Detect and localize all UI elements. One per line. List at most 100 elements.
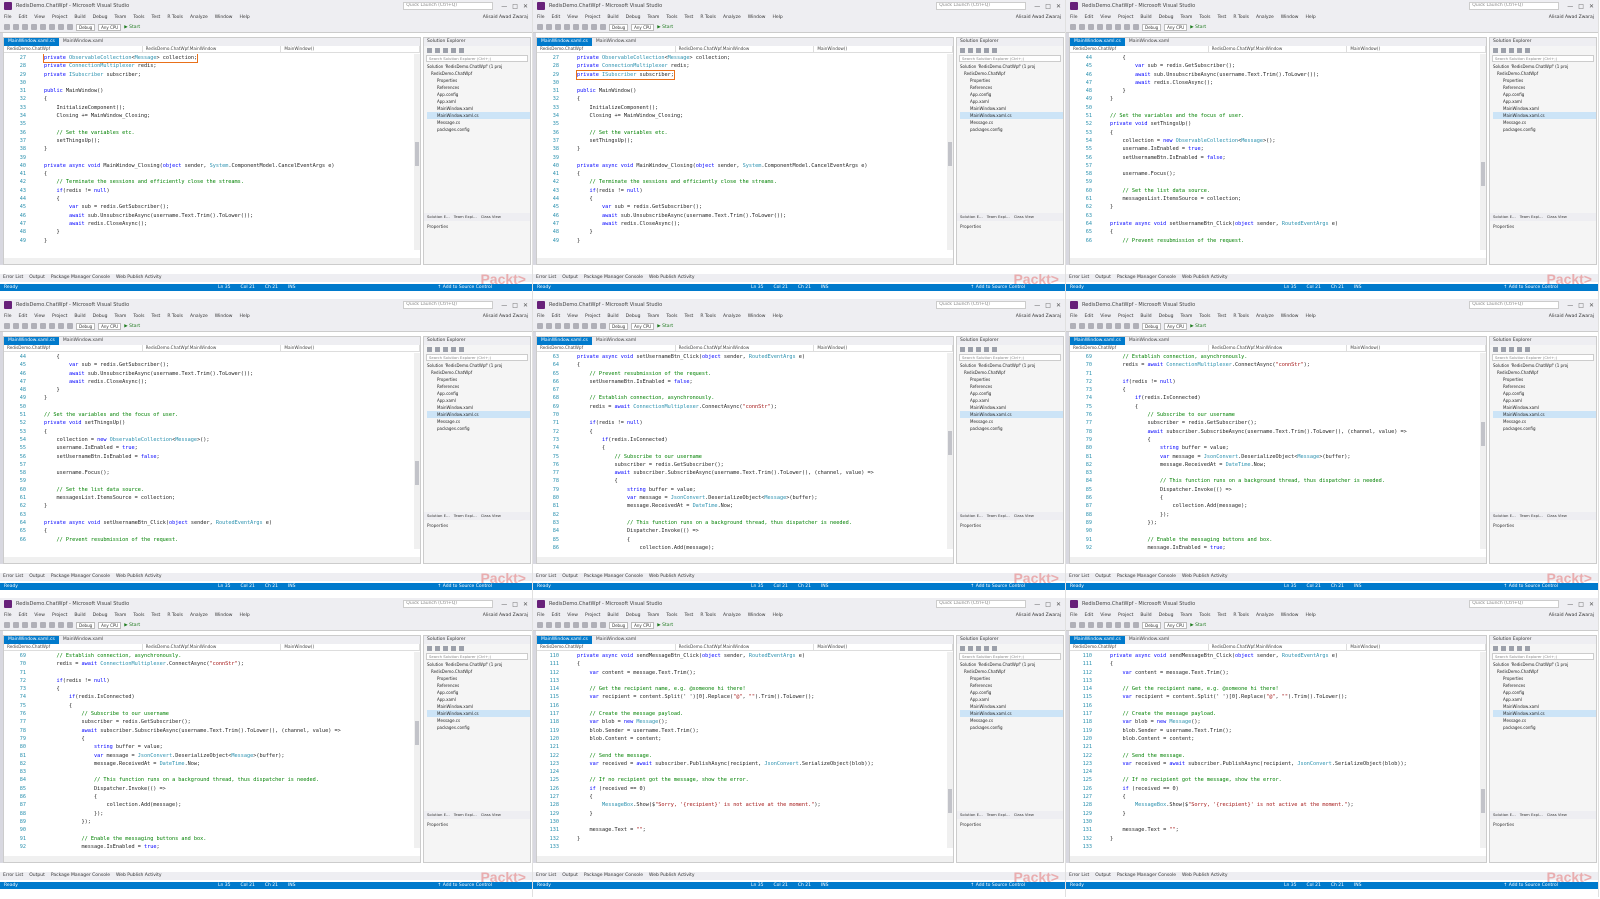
code-line[interactable]: 69 // Establish connection, asynchronous… [1070, 353, 1480, 361]
code-line[interactable]: 69 // Establish connection, asynchronous… [4, 652, 414, 660]
menu-test[interactable]: Test [684, 15, 693, 20]
outline-gutter[interactable] [565, 685, 577, 693]
code-line[interactable]: 93 message.Focus(); [1070, 552, 1480, 553]
scroll-thumb[interactable] [1481, 789, 1485, 814]
solution-tree-item[interactable]: Solution 'RedisDemo.ChatWpf' (1 proj [1493, 63, 1596, 70]
type-dropdown[interactable]: RedisDemo.ChatWpf.MainWindow [1209, 345, 1348, 351]
outline-gutter[interactable] [32, 685, 44, 693]
code-line[interactable]: 65{ [1070, 228, 1480, 236]
platform-dropdown[interactable]: Any CPU [631, 322, 655, 330]
solution-tree-item[interactable]: packages.config [427, 425, 530, 432]
tab-class-view[interactable]: Class View [481, 213, 501, 221]
solution-tree-item[interactable]: MainWindow.xaml [960, 703, 1063, 710]
user-account[interactable]: Alisaid Awad Zwaraj [1549, 314, 1598, 319]
outline-gutter[interactable] [1098, 54, 1110, 62]
horizontal-scrollbar[interactable] [537, 557, 953, 563]
new-project-icon[interactable] [1088, 622, 1094, 628]
home-icon[interactable] [960, 346, 965, 352]
start-debug-button[interactable]: ▶ Start [124, 623, 140, 628]
tab-error-list[interactable]: Error List [3, 274, 23, 282]
outline-gutter[interactable] [32, 826, 44, 834]
outline-gutter[interactable] [565, 112, 577, 120]
menu-build[interactable]: Build [1140, 314, 1151, 319]
outline-gutter[interactable] [32, 112, 44, 120]
menu-help[interactable]: Help [772, 613, 782, 618]
solution-search-input[interactable]: Search Solution Explorer (Ctrl+;) [426, 354, 528, 361]
code-line[interactable]: 29 private ISubscriber subscriber; [537, 69, 947, 80]
outline-gutter[interactable] [32, 220, 44, 228]
code-line[interactable]: 119 blob.Sender = username.Text.Trim(); [1070, 727, 1480, 735]
outline-gutter[interactable] [565, 843, 577, 851]
menu-window[interactable]: Window [1281, 314, 1299, 319]
outline-gutter[interactable] [1098, 112, 1110, 120]
tab-package-manager-console[interactable]: Package Manager Console [584, 573, 643, 581]
menu-build[interactable]: Build [74, 314, 85, 319]
tab-web-publish-activity[interactable]: Web Publish Activity [1182, 872, 1228, 880]
outline-gutter[interactable] [565, 544, 577, 552]
minimize-button[interactable]: — [501, 302, 507, 309]
outline-gutter[interactable] [565, 527, 577, 535]
horizontal-scrollbar[interactable] [537, 856, 953, 862]
menu-analyze[interactable]: Analyze [190, 15, 208, 20]
solution-tree-item[interactable]: packages.config [960, 126, 1063, 133]
start-debug-button[interactable]: ▶ Start [124, 324, 140, 329]
vertical-scrollbar[interactable] [1480, 353, 1486, 549]
tab-mainwindow-xaml[interactable]: MainWindow.xaml [1124, 337, 1174, 345]
code-line[interactable]: 58 username.Focus(); [4, 469, 414, 477]
outline-gutter[interactable] [32, 436, 44, 444]
outline-gutter[interactable] [1098, 843, 1110, 851]
menu-team[interactable]: Team [1180, 314, 1192, 319]
solution-tree-item[interactable]: RedisDemo.ChatWpf [960, 369, 1063, 376]
code-line[interactable]: 47 await redis.CloseAsync(); [537, 220, 947, 228]
tab-output[interactable]: Output [562, 872, 578, 880]
quick-launch-input[interactable]: Quick Launch (Ctrl+Q) [936, 301, 1027, 309]
code-line[interactable]: 73 { [4, 685, 414, 693]
outline-gutter[interactable] [32, 776, 44, 784]
tab-mainwindow-xaml[interactable]: MainWindow.xaml [1124, 636, 1174, 644]
open-icon[interactable] [1097, 24, 1103, 30]
menu-r-tools[interactable]: R Tools [700, 613, 716, 618]
code-line[interactable]: 89 }); [4, 818, 414, 826]
minimize-button[interactable]: — [501, 3, 507, 10]
menu-file[interactable]: File [537, 15, 545, 20]
properties-icon[interactable] [459, 346, 464, 352]
collapse-icon[interactable] [1509, 346, 1514, 352]
outline-gutter[interactable] [1098, 718, 1110, 726]
menu-test[interactable]: Test [1217, 613, 1226, 618]
outline-gutter[interactable] [565, 95, 577, 103]
code-line[interactable]: 50 [1070, 104, 1480, 112]
menu-edit[interactable]: Edit [552, 613, 561, 618]
outline-gutter[interactable] [1098, 652, 1110, 660]
menu-project[interactable]: Project [52, 314, 67, 319]
menu-edit[interactable]: Edit [19, 314, 28, 319]
menu-team[interactable]: Team [1180, 15, 1192, 20]
code-line[interactable]: 82 [537, 511, 947, 519]
collapse-icon[interactable] [1509, 47, 1514, 53]
code-editor[interactable]: MainWindow.xaml.cs MainWindow.xaml Redis… [3, 37, 421, 265]
menu-tools[interactable]: Tools [133, 613, 144, 618]
outline-gutter[interactable] [1098, 79, 1110, 87]
menu-build[interactable]: Build [74, 15, 85, 20]
menu-analyze[interactable]: Analyze [723, 613, 741, 618]
code-line[interactable]: 120 blob.Content = content; [1070, 735, 1480, 743]
properties-icon[interactable] [459, 645, 464, 651]
outline-gutter[interactable] [32, 87, 44, 95]
outline-gutter[interactable] [32, 810, 44, 818]
outline-gutter[interactable] [32, 652, 44, 660]
outline-gutter[interactable] [565, 129, 577, 137]
code-line[interactable]: 67 [537, 386, 947, 394]
forward-icon[interactable] [546, 323, 552, 329]
solution-tree-item[interactable]: App.xaml [1493, 98, 1596, 105]
outline-gutter[interactable] [1098, 203, 1110, 211]
outline-gutter[interactable] [565, 170, 577, 178]
outline-gutter[interactable] [565, 793, 577, 801]
code-line[interactable]: 51// Set the variables and the focus of … [4, 411, 414, 419]
menu-file[interactable]: File [1070, 613, 1078, 618]
solution-tree-item[interactable]: Solution 'RedisDemo.ChatWpf' (1 proj [960, 661, 1063, 668]
menu-window[interactable]: Window [1281, 15, 1299, 20]
solution-tree-item[interactable]: References [1493, 383, 1596, 390]
solution-tree-item[interactable]: RedisDemo.ChatWpf [427, 369, 530, 376]
tab-mainwindow-xaml-cs[interactable]: MainWindow.xaml.cs [1070, 38, 1125, 46]
code-line[interactable]: 71 if(redis != null) [537, 419, 947, 427]
home-icon[interactable] [427, 47, 432, 53]
